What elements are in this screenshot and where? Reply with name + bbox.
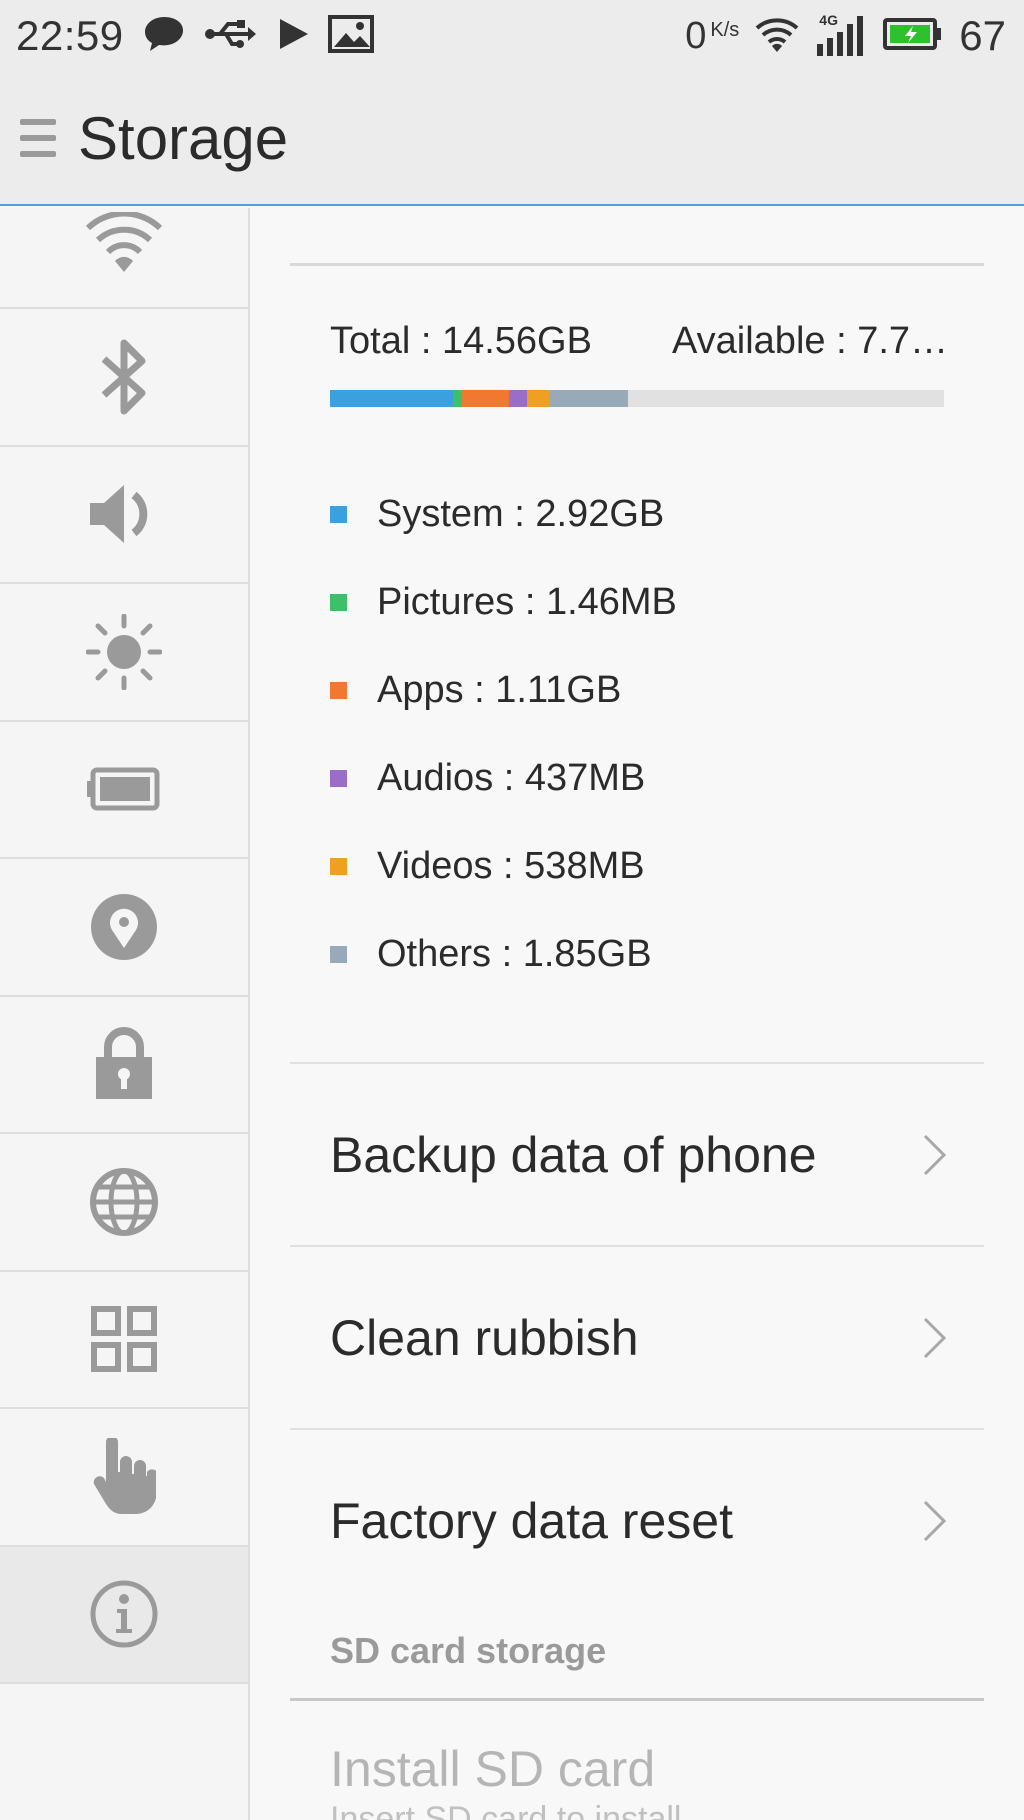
status-bar: 22:59 0 K/s 4G 67 [0,0,1024,72]
image-icon [327,14,374,58]
usage-segment-system [330,390,453,407]
chevron-right-icon [923,1317,947,1358]
legend-swatch [330,857,347,875]
section-divider [290,1698,984,1701]
sidebar-item-security[interactable] [0,997,248,1134]
play-icon [276,17,310,56]
menu-icon[interactable] [20,115,56,161]
legend-swatch [330,681,347,699]
legend-label: Others : 1.85GB [377,932,652,975]
storage-legend: System : 2.92GB Pictures : 1.46MB Apps :… [330,470,677,998]
legend-swatch [330,945,347,963]
usb-icon [204,18,258,55]
battery-icon [87,767,161,811]
message-icon [142,14,186,59]
usage-segment-others [549,390,628,407]
battery-charging-icon [883,17,943,56]
usage-segment-pictures [452,390,462,407]
signal-icon: 4G [815,12,867,58]
total-storage: Total : 14.56GB [330,320,592,362]
bluetooth-icon [96,339,152,415]
battery-percent: 67 [959,12,1006,59]
grid-icon [91,1306,157,1373]
wifi-icon [755,16,799,57]
sidebar-item-language[interactable] [0,1134,248,1272]
legend-label: Apps : 1.11GB [377,668,622,711]
backup-data-row[interactable]: Backup data of phone [290,1062,984,1245]
legend-swatch [330,505,347,523]
wifi-icon [84,212,164,274]
location-pin-icon [89,892,159,962]
sd-card-section-header: SD card storage [330,1630,607,1671]
settings-sidebar [0,208,250,1820]
volume-icon [88,481,160,547]
sidebar-item-location[interactable] [0,859,248,997]
install-sd-card-title[interactable]: Install SD card [330,1740,655,1798]
clean-rubbish-row[interactable]: Clean rubbish [290,1245,984,1428]
sidebar-item-bluetooth[interactable] [0,309,248,447]
status-time: 22:59 [16,12,124,59]
chevron-right-icon [923,1134,947,1175]
top-divider [290,263,984,266]
sidebar-item-sound[interactable] [0,447,248,584]
install-sd-card-subtitle: Insert SD card to install [330,1800,682,1820]
brightness-icon [86,613,162,690]
usage-segment-videos [527,390,550,407]
factory-reset-row[interactable]: Factory data reset [290,1428,984,1611]
hand-icon [92,1437,156,1516]
legend-label: System : 2.92GB [377,492,665,535]
app-bar: Storage [0,72,1024,206]
net-speed: 0 K/s [685,14,740,57]
sidebar-item-about[interactable] [0,1546,248,1684]
legend-item-pictures: Pictures : 1.46MB [330,558,677,646]
chevron-right-icon [923,1500,947,1541]
available-storage: Available : 7.7… [672,320,949,362]
backup-data-label: Backup data of phone [330,1126,817,1183]
legend-label: Audios : 437MB [377,756,646,799]
clean-rubbish-label: Clean rubbish [330,1309,639,1366]
legend-swatch [330,593,347,611]
legend-label: Videos : 538MB [377,844,645,887]
legend-item-system: System : 2.92GB [330,470,677,558]
sidebar-item-apps[interactable] [0,1272,248,1409]
storage-usage-bar [330,390,944,407]
sidebar-item-wifi[interactable] [0,208,248,309]
usage-segment-audios [508,390,528,407]
legend-item-audios: Audios : 437MB [330,734,677,822]
legend-item-videos: Videos : 538MB [330,822,677,910]
legend-label: Pictures : 1.46MB [377,580,677,623]
sidebar-item-gestures[interactable] [0,1409,248,1547]
info-icon [89,1579,159,1649]
sidebar-item-display[interactable] [0,584,248,722]
legend-item-others: Others : 1.85GB [330,910,677,998]
legend-item-apps: Apps : 1.11GB [330,646,677,734]
usage-segment-apps [462,390,509,407]
storage-actions: Backup data of phone Clean rubbish Facto… [290,1062,984,1611]
legend-swatch [330,769,347,787]
factory-reset-label: Factory data reset [330,1492,733,1549]
lock-icon [94,1027,154,1101]
sidebar-item-battery[interactable] [0,722,248,859]
net-speed-unit: K/s [710,18,740,41]
page-title: Storage [78,104,289,172]
globe-icon [89,1167,159,1237]
